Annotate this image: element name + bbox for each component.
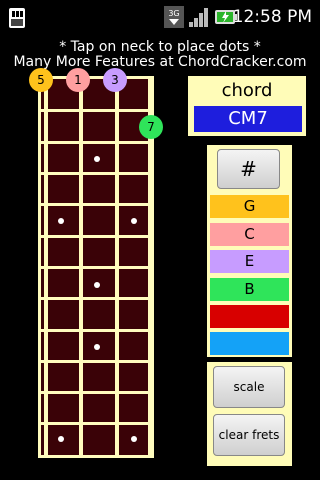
signal-icon xyxy=(188,6,210,28)
note-bar-empty[interactable] xyxy=(210,332,289,355)
fret xyxy=(41,297,151,300)
note-bar-e[interactable]: E xyxy=(210,250,289,273)
notes-panel: # G C E B xyxy=(207,145,292,357)
clear-frets-button[interactable]: clear frets xyxy=(213,414,285,456)
fret-marker xyxy=(94,282,100,288)
fret xyxy=(41,235,151,238)
fret xyxy=(41,203,151,206)
sd-card-icon xyxy=(6,6,28,30)
chord-label: chord xyxy=(221,80,273,101)
note-bar-g[interactable]: G xyxy=(210,195,289,218)
note-dot[interactable]: 1 xyxy=(66,68,90,92)
fretboard-neck[interactable] xyxy=(38,76,154,458)
svg-text:3G: 3G xyxy=(168,9,179,18)
note-dot[interactable]: 3 xyxy=(103,68,127,92)
fret xyxy=(41,360,151,363)
note-bar-b[interactable]: B xyxy=(210,278,289,301)
tap-hint: * Tap on neck to place dots * xyxy=(59,39,261,55)
chord-display: chord CM7 xyxy=(188,76,306,136)
promo-text: Many More Features at ChordCracker.com xyxy=(13,54,307,70)
note-dot[interactable]: 5 xyxy=(29,68,53,92)
fret xyxy=(41,109,151,112)
status-bar: 3G 12:58 PM xyxy=(0,0,320,36)
fret-marker xyxy=(58,218,64,224)
scale-button[interactable]: scale xyxy=(213,366,285,408)
note-bar-empty[interactable] xyxy=(210,305,289,328)
actions-panel: scale clear frets xyxy=(207,362,292,466)
fret-marker xyxy=(94,156,100,162)
fret xyxy=(41,422,151,425)
sharp-toggle-button[interactable]: # xyxy=(217,149,280,189)
note-bar-c[interactable]: C xyxy=(210,223,289,246)
fret-marker xyxy=(131,436,137,442)
fret xyxy=(41,172,151,175)
fret xyxy=(41,266,151,269)
fret-marker xyxy=(131,218,137,224)
chord-name: CM7 xyxy=(194,106,302,132)
fret xyxy=(41,141,151,144)
fret xyxy=(41,391,151,394)
fret-marker xyxy=(58,436,64,442)
network-3g-icon: 3G xyxy=(164,6,184,28)
clock: 12:58 PM xyxy=(232,7,312,27)
note-dot[interactable]: 7 xyxy=(139,115,163,139)
fret-marker xyxy=(94,344,100,350)
fret xyxy=(41,329,151,332)
